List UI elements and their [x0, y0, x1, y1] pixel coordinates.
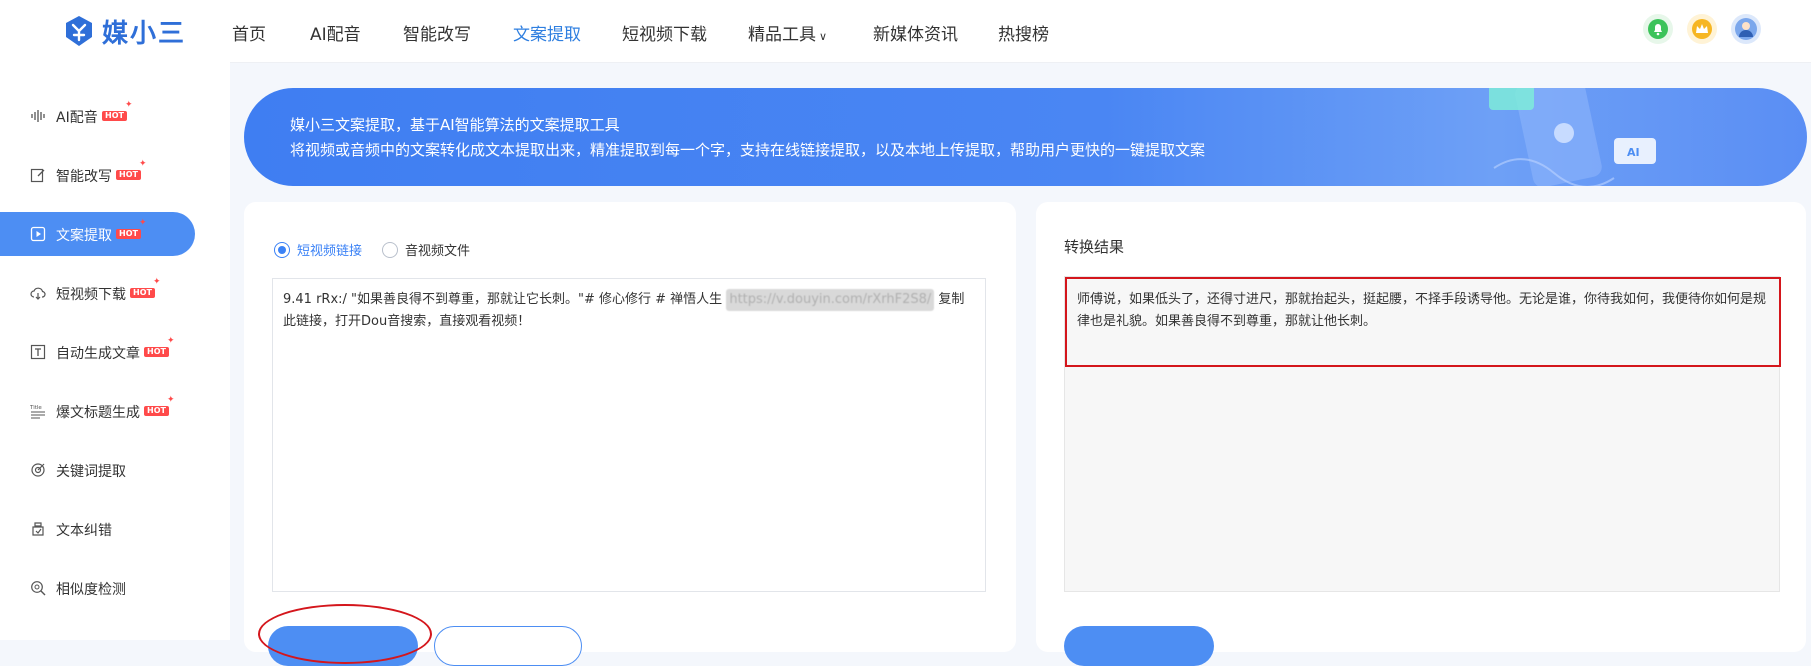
- sidebar-item-copy-extract[interactable]: 文案提取 HOT ✦: [0, 212, 195, 256]
- vip-crown-icon[interactable]: [1687, 14, 1717, 44]
- result-output-box[interactable]: 师傅说，如果低头了，还得寸进尺，那就抬起头，挺起腰，不择手段诱导他。无论是谁，你…: [1064, 276, 1781, 592]
- banner-subtitle: 将视频或音频中的文案转化成文本提取出来，精准提取到每一个字，支持在线链接提取，以…: [290, 141, 1206, 159]
- hot-badge-text: HOT: [144, 347, 169, 357]
- hot-badge: HOT ✦: [144, 336, 175, 357]
- chevron-down-icon: ∨: [819, 30, 828, 43]
- radio-video-link[interactable]: [274, 241, 290, 258]
- text-box-icon: [30, 344, 46, 360]
- magnifier-icon: [31, 581, 46, 596]
- title-icon: Title: [30, 405, 45, 419]
- sidebar-item-video-download[interactable]: 短视频下载 HOT ✦: [0, 271, 195, 315]
- banner-title: 媒小三文案提取，基于AI智能算法的文案提取工具: [290, 116, 620, 134]
- input-text-start: 9.41 rRx:/ "如果善良得不到尊重，那就让它长刺。"# 修心修行 # 禅…: [283, 292, 727, 307]
- proofread-icon: [32, 522, 44, 536]
- sidebar-item-label: 相似度检测: [56, 582, 126, 598]
- avatar[interactable]: [1731, 14, 1761, 44]
- sidebar-item-label: 智能改写: [56, 169, 112, 185]
- nav-copy-extract[interactable]: 文案提取: [513, 20, 581, 45]
- nav-smart-rewrite[interactable]: 智能改写: [403, 20, 471, 45]
- cloud-download-icon: [30, 287, 46, 300]
- sidebar-item-smart-rewrite[interactable]: 智能改写 HOT ✦: [0, 153, 195, 197]
- logo-text: 媒小三: [102, 18, 187, 49]
- sidebar-item-auto-article[interactable]: 自动生成文章 HOT ✦: [0, 330, 195, 374]
- target-icon: [31, 463, 45, 477]
- sidebar-item-label: 自动生成文章: [56, 346, 140, 362]
- radio-media-file[interactable]: [382, 241, 399, 258]
- sidebar-item-label: 关键词提取: [56, 464, 126, 480]
- link-input-textarea[interactable]: 9.41 rRx:/ "如果善良得不到尊重，那就让它长刺。"# 修心修行 # 禅…: [272, 278, 986, 592]
- nav-home[interactable]: 首页: [232, 20, 266, 45]
- notification-icon[interactable]: [1643, 14, 1673, 44]
- svg-text:Title: Title: [30, 405, 42, 411]
- hot-badge: HOT ✦: [116, 159, 147, 180]
- hot-badge-text: HOT: [144, 406, 169, 416]
- logo-icon: [66, 16, 92, 46]
- edit-icon: [30, 168, 45, 183]
- result-panel: 转换结果 师傅说，如果低头了，还得寸进尺，那就抬起头，挺起腰，不择手段诱导他。无…: [1036, 202, 1806, 666]
- feature-banner: 媒小三文案提取，基于AI智能算法的文案提取工具 将视频或音频中的文案转化成文本提…: [244, 88, 1807, 186]
- hot-badge-text: HOT: [130, 288, 155, 298]
- hot-badge-text: HOT: [116, 170, 141, 180]
- secondary-button[interactable]: [434, 626, 582, 666]
- hot-badge-text: HOT: [102, 111, 127, 121]
- sidebar-item-title-generator[interactable]: Title 爆文标题生成 HOT ✦: [0, 389, 195, 433]
- sidebar-item-label: 爆文标题生成: [56, 405, 140, 421]
- sidebar-item-label: 文本纠错: [56, 523, 112, 539]
- hot-badge: HOT ✦: [102, 100, 133, 121]
- nav-video-download[interactable]: 短视频下载: [622, 20, 707, 45]
- sidebar-item-text-correction[interactable]: 文本纠错: [0, 507, 195, 551]
- radio-video-link-label[interactable]: 短视频链接: [297, 240, 362, 259]
- sidebar-item-keyword-extract[interactable]: 关键词提取: [0, 448, 195, 492]
- source-type-options: 短视频链接 音视频文件: [274, 240, 470, 259]
- nav-ai-dubbing[interactable]: AI配音: [310, 20, 361, 45]
- ai-illustration-icon: AI: [1489, 88, 1656, 186]
- nav-media-news[interactable]: 新媒体资讯: [873, 20, 958, 45]
- share-link: https://v.douyin.com/rXrhF2S8/: [726, 289, 935, 311]
- hot-badge: HOT ✦: [144, 395, 175, 416]
- sidebar-item-label: 短视频下载: [56, 287, 126, 303]
- nav-hot-search[interactable]: 热搜榜: [998, 20, 1049, 45]
- sidebar-item-similarity-check[interactable]: 相似度检测: [0, 566, 195, 610]
- copy-result-button[interactable]: [1064, 626, 1214, 666]
- hot-badge-text: HOT: [116, 229, 141, 239]
- annotation-circle: [258, 604, 432, 664]
- hot-badge: HOT ✦: [116, 218, 147, 239]
- svg-text:AI: AI: [1627, 146, 1640, 159]
- nav-premium-tools-label: 精品工具: [748, 25, 816, 45]
- logo[interactable]: 媒小三: [64, 14, 187, 49]
- nav-premium-tools[interactable]: 精品工具 ∨: [748, 20, 827, 45]
- radio-media-file-label[interactable]: 音视频文件: [405, 240, 470, 259]
- video-play-icon: [30, 226, 46, 242]
- sidebar-item-ai-dubbing[interactable]: AI配音 HOT ✦: [0, 94, 195, 138]
- sidebar-item-label: AI配音: [56, 110, 98, 126]
- sidebar-item-label: 文案提取: [56, 228, 112, 244]
- sidebar: AI配音 HOT ✦ 智能改写 HOT ✦ 文案提取 HOT ✦ 短视频下载 HOT ✦…: [0, 62, 230, 640]
- input-panel: 短视频链接 音视频文件 9.41 rRx:/ "如果善良得不到尊重，那就让它长刺…: [244, 202, 1016, 666]
- sound-wave-icon: [31, 110, 45, 122]
- hot-badge: HOT ✦: [130, 277, 161, 298]
- result-title: 转换结果: [1064, 238, 1125, 256]
- result-text: 师傅说，如果低头了，还得寸进尺，那就抬起头，挺起腰，不择手段诱导他。无论是谁，你…: [1065, 277, 1781, 367]
- top-navigation-bar: 媒小三 首页 AI配音 智能改写 文案提取 短视频下载 精品工具 ∨ 新媒体资讯 …: [0, 0, 1811, 63]
